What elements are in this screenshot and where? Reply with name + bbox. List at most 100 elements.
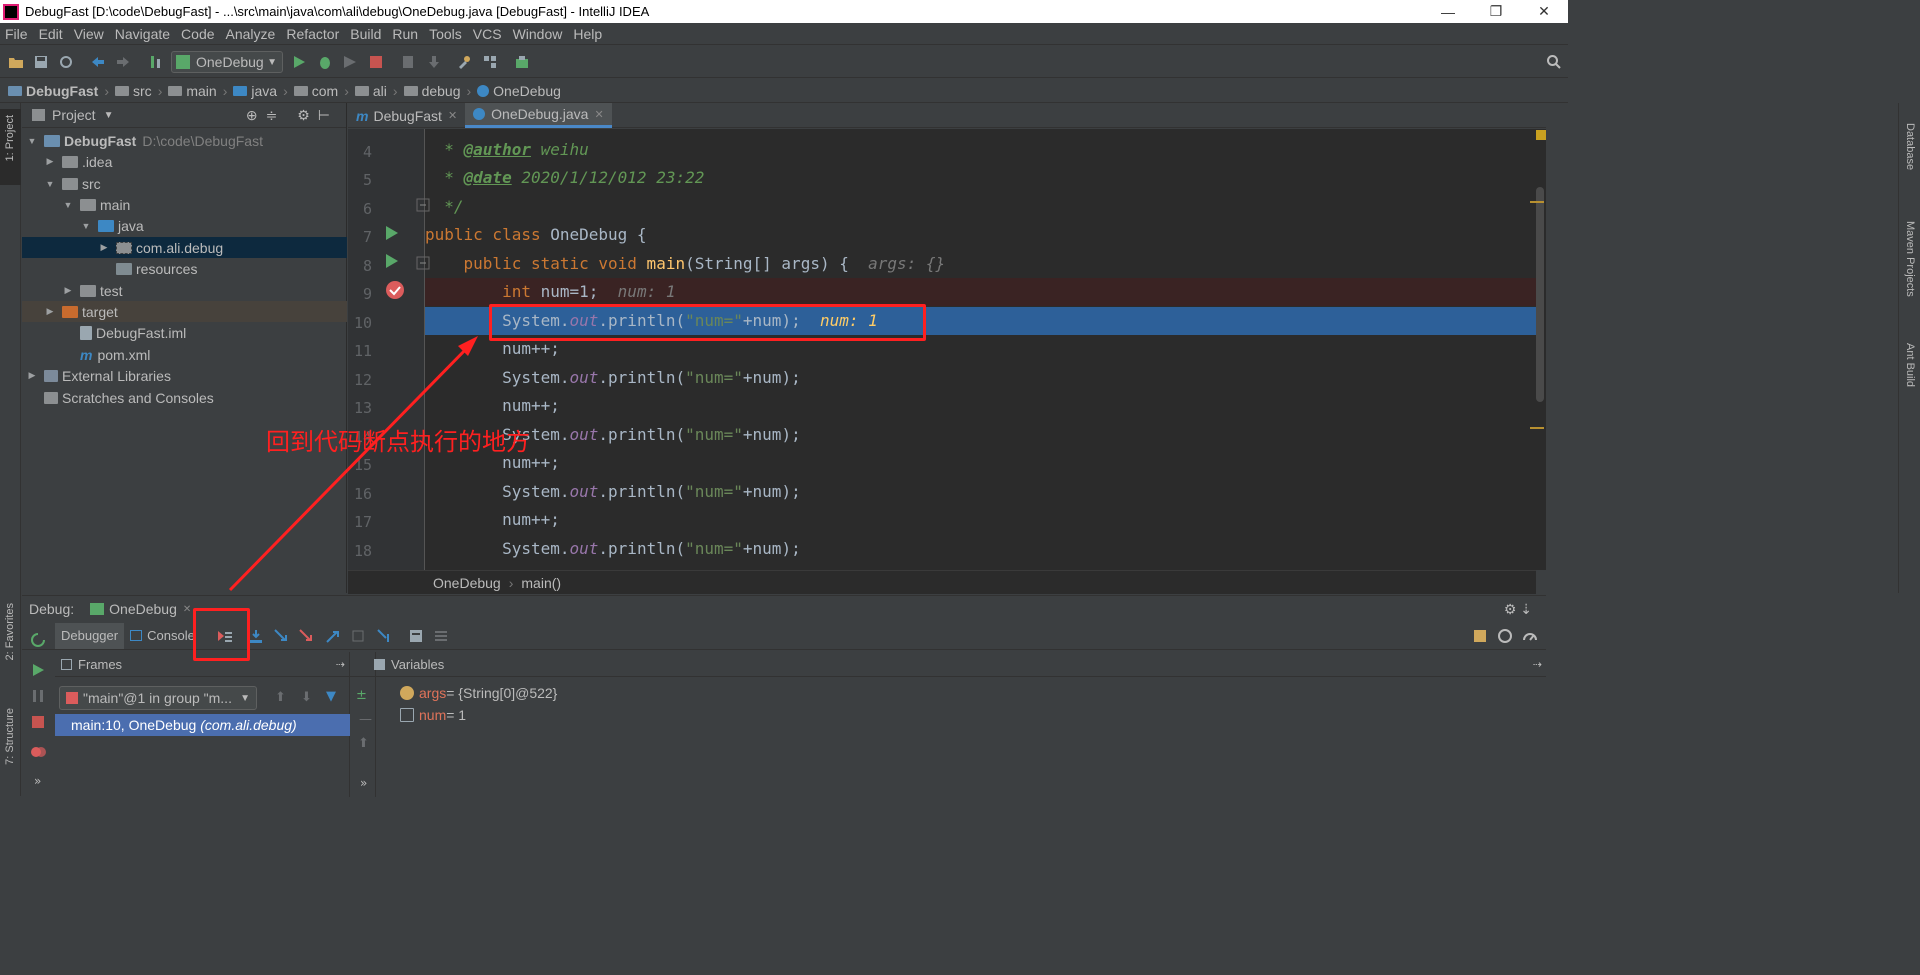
tab-onedebug-java[interactable]: OneDebug.java ✕: [465, 103, 612, 128]
crumb-project[interactable]: DebugFast: [8, 83, 98, 99]
debug-session-tab[interactable]: OneDebug ✕: [90, 601, 191, 617]
step-out-icon[interactable]: [325, 628, 341, 644]
more-icon[interactable]: »: [34, 774, 41, 788]
download-icon[interactable]: [426, 54, 442, 70]
breakpoint-icon[interactable]: [385, 280, 405, 300]
tool-ant-build[interactable]: Ant Build: [1904, 343, 1916, 387]
tab-console[interactable]: Console: [124, 623, 201, 649]
run-gutter-icon[interactable]: [385, 253, 399, 269]
settings-wrench-icon[interactable]: [456, 54, 472, 70]
menu-tools[interactable]: Tools: [429, 26, 462, 42]
chevron-down-icon[interactable]: ▼: [104, 110, 114, 121]
crumb-ali[interactable]: ali: [354, 83, 387, 99]
debug-icon[interactable]: [317, 54, 333, 70]
restore-button[interactable]: ❐: [1472, 3, 1520, 20]
tool-favorites[interactable]: 2: Favorites: [4, 603, 16, 660]
trace-icon[interactable]: [433, 628, 449, 644]
project-structure-icon[interactable]: [482, 54, 498, 70]
menu-run[interactable]: Run: [392, 26, 418, 42]
crumb-java[interactable]: java: [233, 83, 277, 99]
frame-up-icon[interactable]: ⬆: [275, 690, 286, 705]
menu-build[interactable]: Build: [350, 26, 381, 42]
pin-icon[interactable]: ⇢: [336, 658, 345, 671]
run-icon[interactable]: [291, 54, 307, 70]
tree-item-java[interactable]: ▼ java: [22, 215, 347, 236]
crumb-method-name[interactable]: main(): [521, 575, 561, 591]
settings-gear-icon[interactable]: ⚙ ⇣: [1504, 601, 1532, 618]
restore-layout-icon[interactable]: [1472, 628, 1488, 644]
forward-arrow-icon[interactable]: [115, 54, 131, 70]
run-to-cursor-icon[interactable]: [376, 628, 392, 644]
run-config-select[interactable]: OneDebug ▼: [171, 51, 283, 73]
view-breakpoints-icon[interactable]: [30, 744, 46, 760]
save-icon[interactable]: [33, 54, 49, 70]
menu-view[interactable]: View: [74, 26, 104, 42]
close-tab-icon[interactable]: ✕: [594, 108, 603, 121]
menu-help[interactable]: Help: [573, 26, 602, 42]
build-artifacts-icon[interactable]: [400, 54, 416, 70]
tool-database[interactable]: Database: [1904, 123, 1916, 170]
tree-item-external-libraries[interactable]: ▶ External Libraries: [22, 365, 347, 386]
menu-vcs[interactable]: VCS: [473, 26, 502, 42]
panel-actions[interactable]: ⊕≑ ⚙⊢: [246, 107, 338, 124]
scrollbar-thumb[interactable]: [1536, 187, 1544, 402]
memory-icon[interactable]: [1497, 628, 1513, 644]
step-over-icon[interactable]: [248, 628, 264, 644]
close-button[interactable]: ✕: [1520, 3, 1568, 20]
tree-item-iml[interactable]: DebugFast.iml: [22, 322, 347, 343]
back-arrow-icon[interactable]: [90, 54, 106, 70]
close-tab-icon[interactable]: ✕: [448, 109, 457, 122]
tree-item-scratches[interactable]: Scratches and Consoles: [22, 387, 347, 408]
tree-item-idea[interactable]: ▶ .idea: [22, 151, 347, 172]
tree-item-package[interactable]: ▶ com.ali.debug: [22, 237, 347, 258]
menu-file[interactable]: File: [5, 26, 28, 42]
editor-scrollbar[interactable]: [1530, 129, 1546, 570]
frame-down-icon[interactable]: ⬇: [301, 690, 312, 705]
build-icon[interactable]: [148, 54, 164, 70]
tool-project[interactable]: 1: Project: [4, 115, 16, 161]
resume-icon[interactable]: [30, 662, 46, 678]
gauge-icon[interactable]: [1522, 628, 1538, 644]
step-into-icon[interactable]: [273, 628, 289, 644]
menu-code[interactable]: Code: [181, 26, 214, 42]
tree-item-main[interactable]: ▼ main: [22, 194, 347, 215]
evaluate-expression-icon[interactable]: [408, 628, 424, 644]
menu-navigate[interactable]: Navigate: [115, 26, 170, 42]
run-gutter-icon[interactable]: [385, 225, 399, 241]
crumb-src[interactable]: src: [115, 83, 152, 99]
code-editor[interactable]: 4 5 6 7 8 9 10 11 12 13 14 15 16 17 18 *…: [348, 129, 1536, 570]
pause-icon[interactable]: [30, 688, 46, 704]
menu-refactor[interactable]: Refactor: [286, 26, 339, 42]
menu-window[interactable]: Window: [513, 26, 563, 42]
stop-icon[interactable]: [368, 54, 384, 70]
force-step-into-icon[interactable]: [298, 628, 314, 644]
crumb-class[interactable]: OneDebug: [477, 83, 561, 99]
minimize-button[interactable]: —: [1424, 4, 1472, 20]
tool-maven[interactable]: Maven Projects: [1904, 221, 1916, 297]
coverage-icon[interactable]: [342, 54, 358, 70]
thread-select[interactable]: "main"@1 in group "m... ▼: [59, 686, 257, 710]
tree-item-test[interactable]: ▶ test: [22, 280, 347, 301]
tree-item-debugfast[interactable]: ▼ DebugFast D:\code\DebugFast: [22, 130, 347, 151]
tree-item-resources[interactable]: resources: [22, 258, 347, 279]
tree-item-pom[interactable]: m pom.xml: [22, 344, 347, 365]
tree-item-src[interactable]: ▼ src: [22, 173, 347, 194]
frame-row[interactable]: main:10, OneDebug (com.ali.debug): [55, 714, 350, 736]
crumb-com[interactable]: com: [293, 83, 338, 99]
variable-row[interactable]: num = 1: [400, 705, 466, 725]
pin-icon[interactable]: ⇢: [1533, 658, 1542, 671]
menu-analyze[interactable]: Analyze: [226, 26, 276, 42]
tool-structure[interactable]: 7: Structure: [4, 708, 16, 765]
open-folder-icon[interactable]: [8, 54, 24, 70]
menu-edit[interactable]: Edit: [39, 26, 63, 42]
search-icon[interactable]: [1546, 54, 1562, 70]
crumb-main[interactable]: main: [168, 83, 217, 99]
filter-icon[interactable]: ▼: [326, 689, 336, 704]
close-tab-icon[interactable]: ✕: [183, 604, 191, 615]
drop-frame-icon[interactable]: [350, 628, 366, 644]
crumb-class-name[interactable]: OneDebug: [433, 575, 501, 591]
crumb-debug[interactable]: debug: [403, 83, 461, 99]
sdk-icon[interactable]: [514, 54, 530, 70]
rerun-icon[interactable]: [30, 632, 46, 648]
tab-debugfast[interactable]: m DebugFast ✕: [348, 103, 465, 128]
